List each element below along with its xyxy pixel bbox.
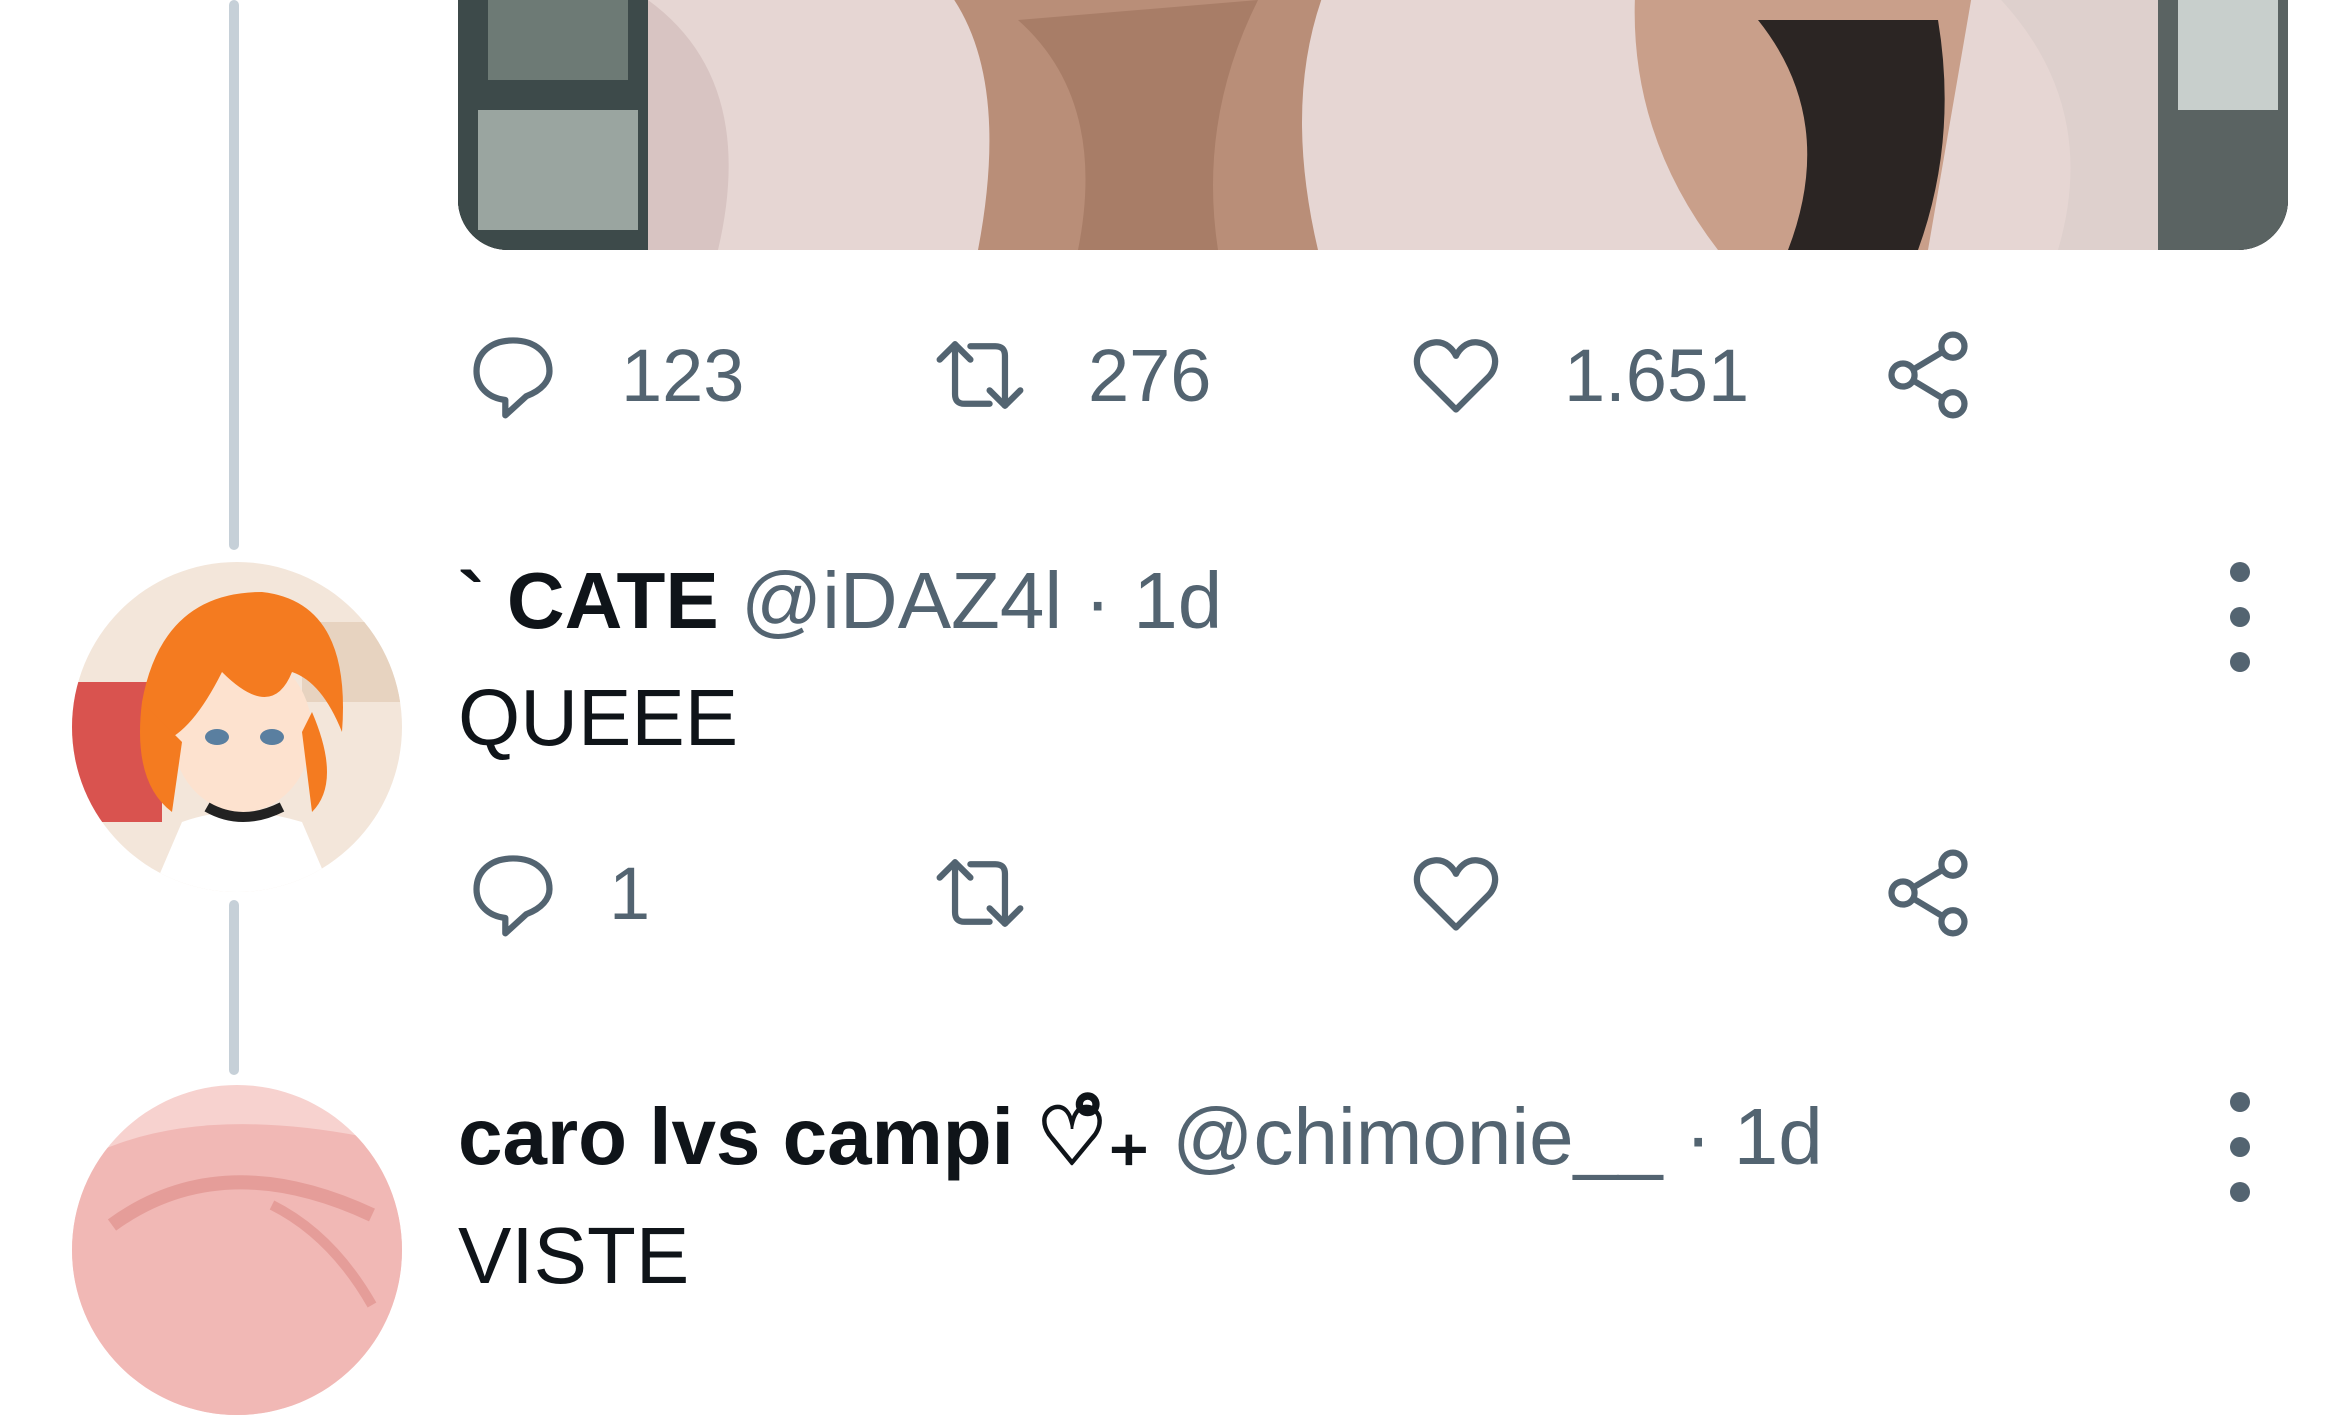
thread-line-middle: [229, 900, 239, 1075]
display-name[interactable]: ` CATE: [458, 556, 719, 645]
more-options-button[interactable]: [2215, 562, 2265, 672]
more-options-button[interactable]: [2215, 1092, 2265, 1202]
retweet-icon: [936, 859, 1024, 927]
like-button[interactable]: 1.651: [1408, 327, 1749, 423]
reply-count: 1: [609, 851, 651, 935]
retweet-button[interactable]: 276: [932, 327, 1211, 423]
like-count: 1.651: [1564, 333, 1750, 417]
ellipsis-dot: [2230, 1137, 2250, 1157]
reply-button[interactable]: 123: [465, 327, 744, 423]
thread-line-top: [229, 0, 239, 550]
tweet-text: QUEEE: [458, 673, 739, 762]
timestamp[interactable]: · 1d: [1084, 556, 1222, 645]
vertical-ellipsis-icon: [2230, 1092, 2250, 1112]
vertical-ellipsis-icon: [2230, 562, 2250, 582]
ellipsis-dot: [2230, 652, 2250, 672]
ellipsis-dot: [2230, 1182, 2250, 1202]
heart-icon: [1413, 339, 1499, 413]
avatar[interactable]: [72, 1085, 402, 1415]
retweet-count: 276: [1088, 333, 1212, 417]
reply-count: 123: [621, 333, 745, 417]
photo: [458, 0, 2288, 250]
username[interactable]: @iDAZ4l: [741, 556, 1062, 645]
tweet-header: caro lvs campi ♡̊₊ @chimonie__ · 1d: [458, 1090, 1823, 1183]
tweet-text: VISTE: [458, 1211, 690, 1300]
tweet-media-image[interactable]: [458, 0, 2288, 250]
share-icon: [1888, 331, 1968, 419]
speech-bubble-icon: [473, 855, 553, 937]
retweet-button[interactable]: [932, 845, 1028, 941]
heart-icon: [1413, 857, 1499, 931]
reply-button[interactable]: 1: [465, 845, 650, 941]
share-button[interactable]: [1880, 845, 1976, 941]
avatar-image: [72, 1085, 402, 1415]
tweet-header: ` CATE @iDAZ4l · 1d: [458, 555, 1222, 647]
retweet-icon: [936, 341, 1024, 409]
timestamp[interactable]: · 1d: [1685, 1092, 1823, 1181]
ellipsis-dot: [2230, 607, 2250, 627]
speech-bubble-icon: [473, 337, 553, 419]
avatar-image: [72, 562, 402, 892]
share-button[interactable]: [1880, 327, 1976, 423]
like-button[interactable]: [1408, 845, 1504, 941]
avatar[interactable]: [72, 562, 402, 892]
username[interactable]: @chimonie__: [1172, 1092, 1662, 1181]
share-icon: [1888, 849, 1968, 937]
display-name[interactable]: caro lvs campi ♡̊₊: [458, 1092, 1150, 1181]
